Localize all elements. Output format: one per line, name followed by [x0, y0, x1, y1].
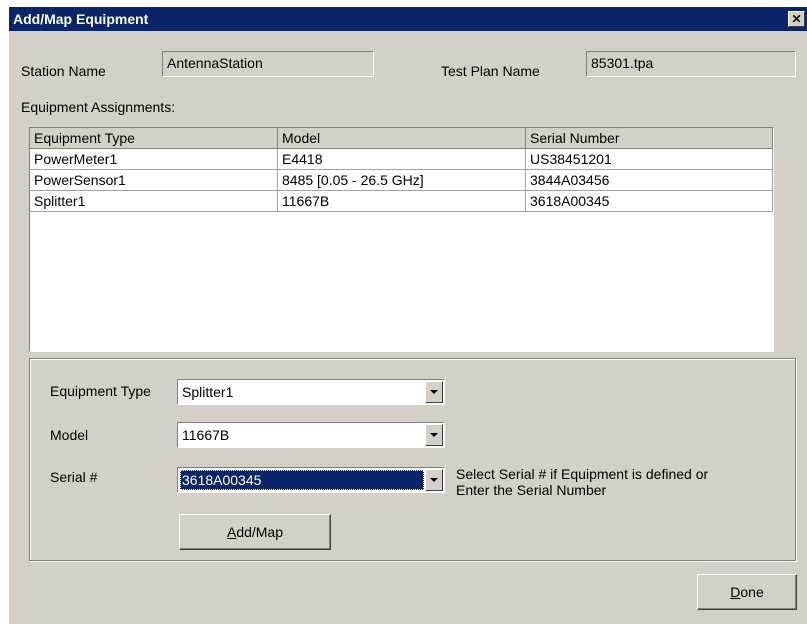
station-name-field: AntennaStation	[162, 51, 374, 77]
table-row[interactable]: Splitter1 11667B 3618A00345	[30, 191, 773, 212]
test-plan-name-label: Test Plan Name	[441, 63, 540, 79]
done-button-label: Done	[730, 584, 764, 600]
chevron-down-icon	[430, 390, 438, 394]
table-cell: E4418	[278, 149, 526, 170]
serial-value[interactable]: 3618A00345	[180, 470, 424, 490]
model-label: Model	[50, 427, 89, 443]
table-cell: Splitter1	[30, 191, 278, 212]
model-value: 11667B	[182, 427, 230, 443]
serial-dropdown-button[interactable]	[425, 469, 443, 491]
model-dropdown-button[interactable]	[425, 424, 443, 446]
table-cell: 11667B	[278, 191, 526, 212]
add-map-button-label: Add/Map	[226, 524, 284, 540]
table-cell: 3844A03456	[526, 170, 773, 191]
table-row[interactable]: PowerSensor1 8485 [0.05 - 26.5 GHz] 3844…	[30, 170, 773, 191]
add-map-equipment-dialog: Add/Map Equipment ✕ Station Name Antenna…	[9, 7, 807, 624]
equipment-type-dropdown-button[interactable]	[425, 381, 443, 403]
done-button[interactable]: Done	[697, 574, 797, 610]
test-plan-name-field: 85301.tpa	[586, 51, 796, 77]
column-header-serial-number[interactable]: Serial Number	[526, 128, 773, 149]
chevron-down-icon	[430, 433, 438, 437]
table-cell: 3618A00345	[526, 191, 773, 212]
column-header-model[interactable]: Model	[278, 128, 526, 149]
equipment-assignments-table[interactable]: Equipment Type Model Serial Number Power…	[29, 127, 774, 352]
window-title: Add/Map Equipment	[13, 11, 149, 27]
serial-label: Serial #	[50, 469, 98, 485]
equipment-type-label: Equipment Type	[50, 383, 151, 399]
equipment-assignments-label: Equipment Assignments:	[21, 99, 176, 115]
table-header-row: Equipment Type Model Serial Number	[30, 128, 773, 149]
close-icon: ✕	[791, 12, 802, 26]
table-cell: 8485 [0.05 - 26.5 GHz]	[278, 170, 526, 191]
title-bar: Add/Map Equipment ✕	[9, 7, 807, 31]
table-cell: PowerSensor1	[30, 170, 278, 191]
station-name-label: Station Name	[21, 63, 106, 79]
serial-combo[interactable]: 3618A00345	[177, 467, 445, 493]
chevron-down-icon	[430, 478, 438, 482]
table-cell: US38451201	[526, 149, 773, 170]
table-cell: PowerMeter1	[30, 149, 278, 170]
serial-hint-line: Enter the Serial Number	[456, 482, 607, 498]
close-button[interactable]: ✕	[788, 11, 805, 27]
equipment-type-value: Splitter1	[182, 384, 234, 400]
serial-hint: Select Serial # if Equipment is defined …	[456, 466, 708, 498]
serial-hint-line: Select Serial # if Equipment is defined …	[456, 466, 709, 482]
equipment-type-combo[interactable]: Splitter1	[177, 379, 445, 405]
column-header-equipment-type[interactable]: Equipment Type	[30, 128, 278, 149]
model-combo[interactable]: 11667B	[177, 422, 445, 448]
table-row[interactable]: PowerMeter1 E4418 US38451201	[30, 149, 773, 170]
add-map-button[interactable]: Add/Map	[179, 514, 331, 550]
